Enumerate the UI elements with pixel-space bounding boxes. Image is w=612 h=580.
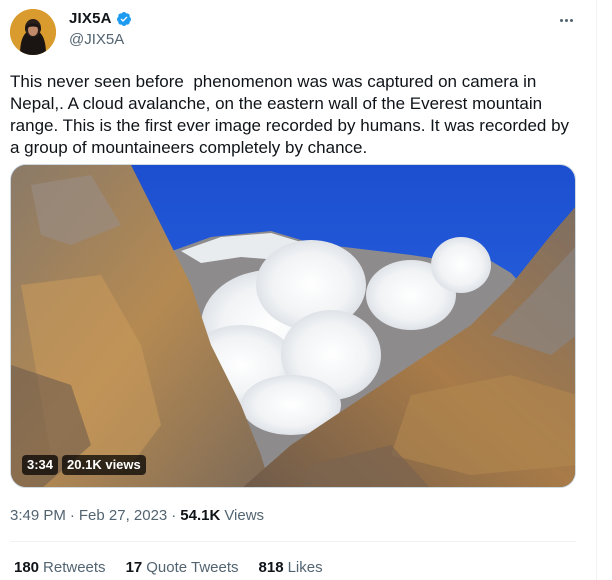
views-label: Views [224,507,265,524]
avatar[interactable] [10,9,56,55]
tweet-meta: 3:49 PM · Feb 27, 2023 · 54.1K Views [10,507,264,524]
more-icon[interactable] [556,12,576,28]
retweets-stat[interactable]: 180 Retweets [14,559,106,576]
tweet-date[interactable]: Feb 27, 2023 [79,507,167,524]
tweet-card: JIX5A @JIX5A This never seen before phen… [0,0,597,580]
engagement-stats: 180 Retweets 17 Quote Tweets 818 Likes [14,559,323,576]
video-player[interactable] [10,164,576,488]
page-gutter [597,0,612,580]
author-name-row: JIX5A [69,10,132,27]
video-badges: 3:34 20.1K views [22,455,146,475]
author-handle[interactable]: @JIX5A [69,31,124,48]
tweet-text: This never seen before phenomenon was wa… [10,72,574,157]
tweet-time[interactable]: 3:49 PM [10,507,66,524]
meta-separator: · [69,507,75,524]
author-display-name[interactable]: JIX5A [69,10,112,27]
divider [10,541,576,542]
verified-badge-icon [116,11,132,27]
views-count: 54.1K [180,507,221,524]
video-duration: 3:34 [22,455,59,475]
likes-stat[interactable]: 818 Likes [259,559,323,576]
quote-tweets-stat[interactable]: 17 Quote Tweets [126,559,239,576]
video-views: 20.1K views [62,455,146,475]
meta-separator: · [171,507,177,524]
